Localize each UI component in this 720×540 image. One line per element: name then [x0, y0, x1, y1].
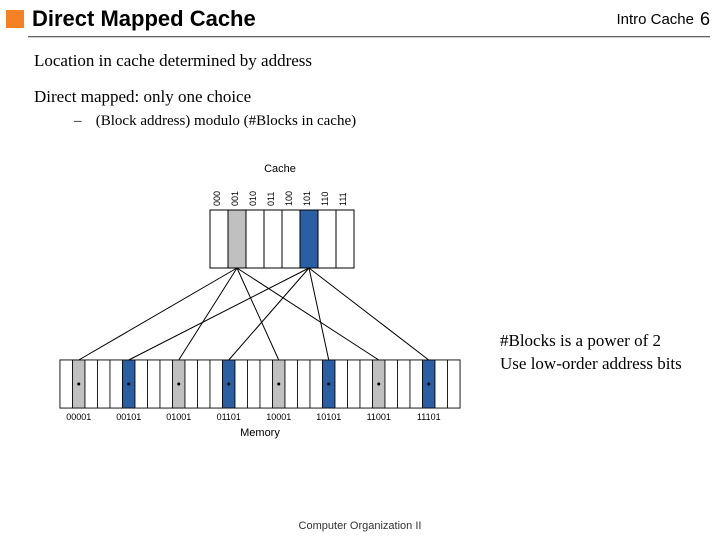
cache-blocks — [210, 210, 354, 268]
memory-blocks — [60, 360, 460, 408]
mapping-lines — [79, 268, 429, 360]
svg-text:01001: 01001 — [166, 412, 191, 422]
svg-text:001: 001 — [230, 191, 240, 206]
text-line-1: Location in cache determined by address — [34, 51, 710, 71]
memory-bin-labels: 00001 00101 01001 01101 10001 10101 1100… — [66, 412, 440, 422]
dash-icon: – — [74, 113, 92, 130]
footer-text: Computer Organization II — [0, 520, 720, 532]
svg-text:10001: 10001 — [266, 412, 291, 422]
svg-text:11101: 11101 — [417, 412, 441, 422]
sub-bullet-text: (Block address) modulo (#Blocks in cache… — [96, 113, 356, 129]
topic-label: Intro Cache — [616, 11, 694, 28]
svg-text:010: 010 — [248, 191, 258, 206]
svg-text:101: 101 — [302, 191, 312, 206]
page-number: 6 — [700, 9, 710, 30]
cache-bin-labels: 000 001 010 011 100 101 110 111 — [212, 191, 348, 206]
title-row: Direct Mapped Cache Intro Cache 6 — [0, 0, 720, 34]
cache-title: Cache — [264, 163, 296, 175]
svg-text:01101: 01101 — [217, 412, 241, 422]
sub-bullet: – (Block address) modulo (#Blocks in cac… — [34, 113, 710, 130]
slide-title: Direct Mapped Cache — [32, 6, 616, 32]
svg-text:00101: 00101 — [116, 412, 141, 422]
bullet-square-icon — [6, 10, 24, 28]
side-line-1: #Blocks is a power of 2 — [500, 330, 682, 353]
text-line-2: Direct mapped: only one choice — [34, 87, 710, 107]
side-note: #Blocks is a power of 2 Use low-order ad… — [500, 330, 682, 376]
svg-text:10101: 10101 — [316, 412, 341, 422]
svg-text:11001: 11001 — [367, 412, 391, 422]
cache-diagram: Cache 000 001 010 011 100 101 110 111 — [50, 160, 470, 460]
svg-text:111: 111 — [338, 192, 348, 206]
body-text: Location in cache determined by address … — [0, 37, 720, 130]
svg-text:000: 000 — [212, 191, 222, 206]
svg-text:011: 011 — [266, 192, 276, 206]
svg-text:100: 100 — [284, 191, 294, 206]
svg-text:110: 110 — [320, 192, 330, 206]
memory-title: Memory — [240, 427, 280, 439]
side-line-2: Use low-order address bits — [500, 353, 682, 376]
svg-text:00001: 00001 — [66, 412, 91, 422]
